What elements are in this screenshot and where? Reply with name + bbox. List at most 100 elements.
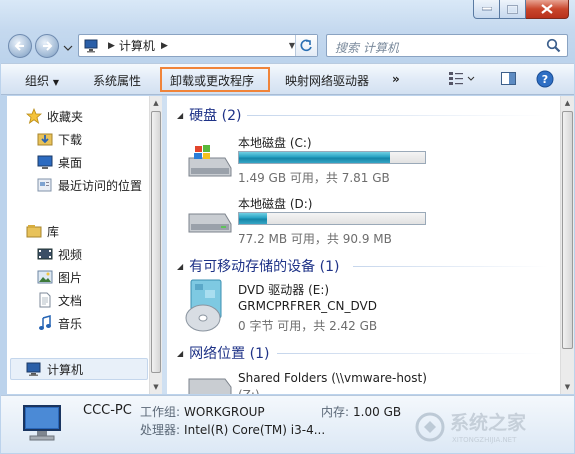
group-title: 网络位置 (1)	[189, 346, 270, 362]
workgroup-label: 工作组:	[140, 405, 181, 419]
search-icon[interactable]	[546, 38, 561, 53]
search-box[interactable]: 搜索 计算机	[326, 34, 568, 57]
sidebar-item-label: 图片	[58, 270, 83, 285]
memory-value: 1.00 GB	[353, 405, 402, 419]
library-icon	[26, 223, 42, 239]
close-icon	[541, 4, 553, 14]
help-button[interactable]: ?	[536, 70, 554, 91]
refresh-button[interactable]	[295, 35, 317, 56]
pc-name: CCC-PC	[83, 403, 132, 418]
windows-drive-icon[interactable]	[185, 144, 233, 183]
scroll-thumb[interactable]	[151, 111, 161, 373]
chevron-down-icon: ▼	[52, 78, 59, 87]
breadcrumb-separator[interactable]: ▶	[108, 41, 115, 51]
address-bar[interactable]: ▶ 计算机 ▶ ▼	[78, 34, 318, 57]
navigation-pane-scrollbar[interactable]: ▲ ▼	[149, 96, 162, 394]
change-view-button[interactable]	[448, 70, 476, 91]
drive-c-space: 1.49 GB 可用，共 7.81 GB	[238, 171, 390, 185]
workgroup-info: 工作组: WORKGROUP	[140, 403, 265, 420]
drive-d-usage-bar	[238, 212, 426, 225]
sidebar-item-libraries[interactable]: 库	[26, 222, 59, 240]
minimize-button[interactable]	[473, 0, 500, 19]
memory-info: 内存: 1.00 GB	[321, 403, 401, 420]
uninstall-program-button[interactable]: 卸载或更改程序	[170, 72, 254, 89]
more-commands-button[interactable]: »	[392, 72, 400, 86]
sidebar-item-favorites[interactable]: 收藏夹	[26, 107, 83, 125]
sidebar-item-label: 视频	[58, 247, 83, 262]
drive-d-space: 77.2 MB 可用，共 90.9 MB	[238, 232, 392, 246]
help-icon: ?	[536, 70, 554, 88]
cpu-info: 处理器: Intel(R) Core(TM) i3-4...	[140, 421, 325, 438]
sidebar-item-label: 桌面	[58, 155, 83, 170]
close-button[interactable]	[526, 0, 569, 19]
breadcrumb-separator[interactable]: ▶	[161, 41, 168, 51]
group-header-removable[interactable]: ◢ 有可移动存储的设备 (1)	[177, 256, 339, 276]
watermark-sub: XITONGZHIJIA.NET	[452, 436, 517, 444]
computer-icon	[26, 361, 42, 377]
watermark-text: 系统之家	[450, 411, 527, 434]
organize-label: 组织	[25, 74, 50, 88]
group-header-network[interactable]: ◢ 网络位置 (1)	[177, 343, 269, 363]
command-bar: 组织 ▼ 系统属性 卸载或更改程序 映射网络驱动器 » ?	[1, 63, 574, 95]
scroll-up-arrow[interactable]: ▲	[150, 96, 162, 110]
content-scrollbar[interactable]: ▲ ▼	[560, 96, 574, 394]
network-drive-name[interactable]: Shared Folders (\\vmware-host)	[238, 371, 427, 385]
system-properties-button[interactable]: 系统属性	[93, 72, 141, 89]
maximize-button[interactable]	[500, 0, 526, 19]
explorer-window: ▶ 计算机 ▶ ▼ 搜索 计算机 组织 ▼ 系统属性 卸载或更改程序 映射网络驱…	[0, 0, 575, 454]
breadcrumb-computer[interactable]: 计算机	[119, 37, 155, 54]
cpu-value: Intel(R) Core(TM) i3-4...	[184, 423, 326, 437]
drive-c-usage-bar	[238, 151, 426, 164]
collapse-triangle-icon[interactable]: ◢	[177, 262, 183, 271]
network-drive-icon[interactable]	[185, 377, 233, 394]
scroll-thumb[interactable]	[562, 111, 573, 349]
sidebar-item-documents[interactable]: 文档	[37, 291, 82, 309]
scroll-down-arrow[interactable]: ▼	[150, 380, 162, 394]
sidebar-item-recent[interactable]: 最近访问的位置	[37, 176, 142, 194]
desktop-icon	[37, 154, 53, 170]
organize-menu[interactable]: 组织 ▼	[25, 72, 59, 89]
minimize-icon	[481, 7, 492, 11]
navigation-bar: ▶ 计算机 ▶ ▼ 搜索 计算机	[0, 28, 575, 60]
collapse-triangle-icon[interactable]: ◢	[177, 349, 183, 358]
search-placeholder[interactable]: 搜索 计算机	[335, 39, 399, 56]
forward-arrow-icon	[43, 41, 53, 51]
computer-icon	[84, 39, 98, 52]
sidebar-item-label: 收藏夹	[47, 109, 84, 124]
drive-c-usage-fill	[239, 152, 390, 163]
preview-pane-button[interactable]	[500, 70, 518, 91]
collapse-triangle-icon[interactable]: ◢	[177, 111, 183, 120]
sidebar-item-videos[interactable]: 视频	[37, 245, 82, 263]
group-header-hard-disks[interactable]: ◢ 硬盘 (2)	[177, 105, 241, 125]
group-divider	[353, 266, 548, 267]
view-options-icon	[449, 72, 475, 85]
group-title: 有可移动存储的设备 (1)	[189, 259, 340, 275]
caption-buttons	[473, 0, 569, 20]
map-network-drive-button[interactable]: 映射网络驱动器	[285, 72, 369, 89]
group-divider	[277, 353, 547, 354]
dvd-space: 0 字节 可用，共 2.42 GB	[238, 319, 378, 333]
scroll-down-arrow[interactable]: ▼	[561, 380, 574, 394]
scroll-up-arrow[interactable]: ▲	[561, 96, 574, 110]
sidebar-item-downloads[interactable]: 下载	[37, 130, 82, 148]
sidebar-item-pictures[interactable]: 图片	[37, 268, 82, 286]
dvd-drive-icon[interactable]	[183, 278, 227, 337]
drive-d-name[interactable]: 本地磁盘 (D:)	[238, 195, 312, 212]
recent-pages-dropdown[interactable]	[63, 42, 73, 52]
forward-button[interactable]	[35, 34, 59, 58]
computer-large-icon	[21, 402, 65, 449]
drive-c-name[interactable]: 本地磁盘 (C:)	[238, 134, 312, 151]
workgroup-value: WORKGROUP	[184, 405, 265, 419]
video-library-icon	[37, 246, 53, 262]
sidebar-item-computer[interactable]: 计算机	[26, 360, 83, 378]
chevron-down-icon	[63, 45, 73, 51]
pictures-library-icon	[37, 269, 53, 285]
dvd-drive-name[interactable]: DVD 驱动器 (E:)	[238, 281, 329, 298]
hard-drive-icon[interactable]	[185, 204, 233, 239]
sidebar-item-label: 音乐	[58, 316, 83, 331]
sidebar-item-music[interactable]: 音乐	[37, 314, 82, 332]
sidebar-item-desktop[interactable]: 桌面	[37, 153, 82, 171]
refresh-icon	[300, 39, 312, 52]
drive-d-usage-fill	[239, 213, 267, 224]
back-button[interactable]	[8, 34, 32, 58]
